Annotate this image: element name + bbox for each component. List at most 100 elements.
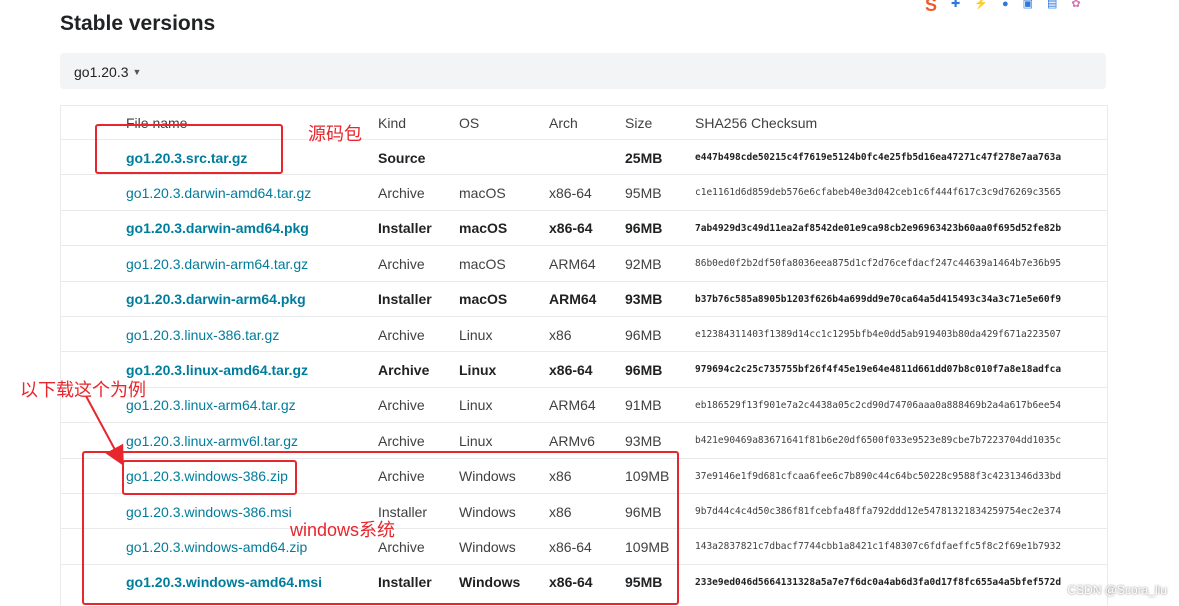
arch-cell: x86: [549, 326, 572, 343]
arch-cell: x86-64: [549, 220, 593, 237]
download-link[interactable]: go1.20.3.windows-386.msi: [126, 504, 292, 520]
size-cell: 96MB: [625, 220, 663, 237]
size-cell: 95MB: [625, 184, 662, 201]
header-sha256: SHA256 Checksum: [695, 114, 818, 131]
kind-cell: Archive: [378, 432, 425, 449]
table-row: go1.20.3.darwin-amd64.pkg Installer macOS x…: [61, 209, 1107, 246]
arch-cell: ARM64: [549, 255, 596, 272]
kind-cell: Installer: [378, 574, 432, 591]
table-header: File name Kind OS Arch Size SHA256 Check…: [61, 106, 1107, 139]
download-link[interactable]: go1.20.3.darwin-amd64.pkg: [126, 220, 309, 236]
shirt-icon[interactable]: ▤: [1047, 0, 1057, 10]
table-row: go1.20.3.darwin-amd64.tar.gz Archive macOS…: [61, 174, 1107, 210]
sha256-cell: e12384311403f1389d14cc1c1295bfb4e0dd5ab9…: [695, 329, 1062, 340]
table-row: go1.20.3.windows-amd64.msi Installer Windo…: [61, 563, 1107, 600]
chevron-down-icon: ▼: [132, 67, 142, 77]
size-cell: 92MB: [625, 255, 662, 272]
arch-cell: x86: [549, 503, 572, 520]
downloads-table: File name Kind OS Arch Size SHA256 Check…: [60, 105, 1108, 606]
sha256-cell: 979694c2c25c735755bf26f4f45e19e64e4811d6…: [695, 364, 1062, 376]
arch-cell: ARM64: [549, 397, 596, 414]
table-row: go1.20.3.linux-armv6l.tar.gz Archive Linux…: [61, 422, 1107, 458]
os-cell: Windows: [459, 574, 521, 591]
download-link[interactable]: go1.20.3.windows-amd64.msi: [126, 574, 322, 590]
header-file-name: File name: [126, 114, 188, 131]
arch-cell: x86-64: [549, 184, 592, 201]
kind-cell: Archive: [378, 397, 425, 414]
size-cell: 109MB: [625, 468, 670, 485]
page-title: Stable versions: [60, 12, 216, 35]
download-link[interactable]: go1.20.3.linux-armv6l.tar.gz: [126, 433, 298, 449]
table-row: go1.20.3.darwin-arm64.tar.gz Archive macOS…: [61, 245, 1107, 281]
os-cell: Linux: [459, 432, 493, 449]
download-link[interactable]: go1.20.3.windows-386.zip: [126, 468, 288, 484]
header-kind: Kind: [378, 114, 407, 131]
table-row: go1.20.3.linux-arm64.tar.gz Archive Linux A…: [61, 386, 1107, 423]
arch-cell: x86-64: [549, 361, 593, 378]
os-cell: Linux: [459, 326, 493, 343]
watermark: CSDN @Scora_liu: [1067, 583, 1167, 597]
header-arch: Arch: [549, 114, 578, 131]
file-name-cell: go1.20.3.darwin-arm64.pkg: [126, 282, 306, 317]
download-link[interactable]: go1.20.3.src.tar.gz: [126, 150, 247, 166]
file-name-cell: go1.20.3.windows-amd64.msi: [126, 565, 322, 600]
size-cell: 93MB: [625, 432, 662, 449]
kind-cell: Source: [378, 149, 426, 166]
sha256-cell: b421e90469a83671641f81b6e20df6500f033e95…: [695, 435, 1062, 447]
browser-extension-toolbar: S ✚ ⚡ ● ▣ ▤ ✿: [925, 0, 1105, 14]
sha256-cell: 233e9ed046d5664131328a5a7e7f6dc0a4ab6d3f…: [695, 576, 1062, 588]
header-os: OS: [459, 114, 480, 131]
csdn-logo-icon[interactable]: S: [925, 0, 937, 14]
size-cell: 25MB: [625, 149, 663, 166]
arch-cell: x86: [549, 468, 572, 485]
sha256-cell: e447b498cde50215c4f7619e5124b0fc4e25fb5d…: [695, 152, 1062, 163]
sha256-cell: 86b0ed0f2b2df50fa8036eea875d1cf2d76cefda…: [695, 258, 1062, 270]
file-name-cell: go1.20.3.src.tar.gz: [126, 140, 247, 175]
mic-icon[interactable]: ●: [1002, 0, 1009, 10]
file-name-cell: go1.20.3.linux-386.tar.gz: [126, 317, 279, 352]
source-note: 源码包: [308, 124, 362, 144]
sha256-cell: c1e1161d6d859deb576e6cfabeb40e3d042ceb1c…: [695, 187, 1062, 199]
wand-icon[interactable]: ⚡: [974, 0, 988, 10]
download-link[interactable]: go1.20.3.darwin-amd64.tar.gz: [126, 185, 311, 201]
os-cell: Linux: [459, 397, 493, 414]
file-name-cell: go1.20.3.windows-amd64.zip: [126, 529, 307, 564]
file-name-cell: go1.20.3.darwin-arm64.tar.gz: [126, 246, 308, 281]
size-cell: 91MB: [625, 397, 662, 414]
table-row: go1.20.3.windows-386.msi Installer Windows…: [61, 493, 1107, 529]
table-row: go1.20.3.src.tar.gz Source 25MB e447b498cde…: [61, 139, 1107, 175]
file-name-cell: go1.20.3.linux-amd64.tar.gz: [126, 352, 308, 387]
download-link[interactable]: go1.20.3.linux-386.tar.gz: [126, 327, 279, 343]
sha256-cell: 7ab4929d3c49d11ea2af8542de01e9ca98cb2e96…: [695, 222, 1062, 234]
table-row: go1.20.3.darwin-arm64.pkg Installer macOS A…: [61, 280, 1107, 317]
file-name-cell: go1.20.3.linux-armv6l.tar.gz: [126, 423, 298, 458]
image-icon[interactable]: ▣: [1023, 0, 1033, 10]
table-row: go1.20.3.windows-386.zip Archive Windows x8…: [61, 457, 1107, 494]
size-cell: 93MB: [625, 291, 663, 308]
file-name-cell: go1.20.3.windows-386.msi: [126, 494, 292, 529]
os-cell: Windows: [459, 538, 516, 555]
arch-cell: x86-64: [549, 574, 593, 591]
download-link[interactable]: go1.20.3.darwin-arm64.pkg: [126, 291, 306, 307]
file-name-cell: go1.20.3.linux-arm64.tar.gz: [126, 388, 296, 423]
kind-cell: Archive: [378, 255, 425, 272]
arch-cell: ARMv6: [549, 432, 595, 449]
kind-cell: Archive: [378, 361, 430, 378]
version-selector-value[interactable]: go1.20.3 ▼: [74, 64, 141, 80]
download-link[interactable]: go1.20.3.windows-amd64.zip: [126, 539, 307, 555]
kind-cell: Installer: [378, 220, 432, 237]
download-link[interactable]: go1.20.3.linux-arm64.tar.gz: [126, 397, 296, 413]
os-cell: Windows: [459, 468, 516, 485]
size-cell: 96MB: [625, 503, 662, 520]
sha256-cell: 143a2837821c7dbacf7744cbb1a8421c1f48307c…: [695, 541, 1062, 553]
os-cell: Windows: [459, 503, 516, 520]
file-name-cell: go1.20.3.darwin-amd64.tar.gz: [126, 175, 311, 210]
file-name-cell: go1.20.3.darwin-amd64.pkg: [126, 211, 309, 246]
flower-icon[interactable]: ✿: [1071, 0, 1080, 10]
os-cell: macOS: [459, 184, 506, 201]
sha256-cell: 9b7d44c4c4d50c386f81fcebfa48ffa792ddd12e…: [695, 506, 1062, 517]
download-link[interactable]: go1.20.3.darwin-arm64.tar.gz: [126, 256, 308, 272]
plus-icon[interactable]: ✚: [951, 0, 960, 10]
version-selector[interactable]: go1.20.3 ▼: [60, 53, 1106, 89]
download-link[interactable]: go1.20.3.linux-amd64.tar.gz: [126, 362, 308, 378]
